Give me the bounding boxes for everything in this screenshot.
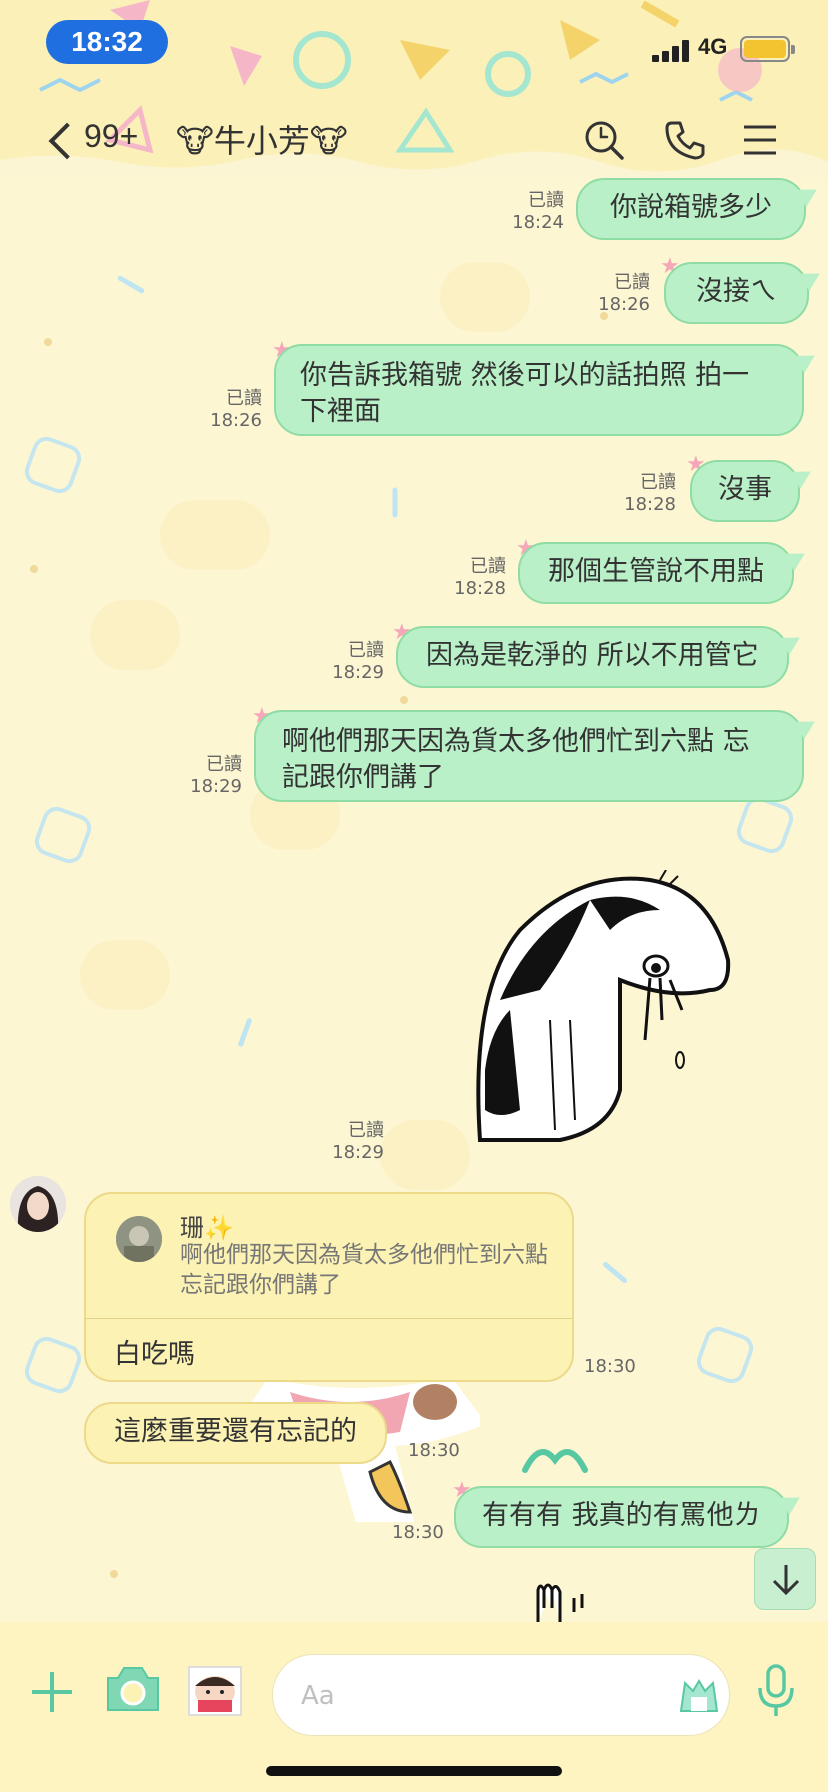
- message-bubble[interactable]: 啊他們那天因為貨太多他們忙到六點 忘 記跟你們講了: [254, 710, 804, 802]
- clover-decoration-icon: [522, 1449, 588, 1473]
- message-text: 白吃嗎: [114, 1339, 195, 1370]
- read-receipt: 已讀: [528, 190, 564, 211]
- message-meta: 已讀 18:28: [612, 472, 676, 516]
- signal-icon: [652, 40, 694, 62]
- plus-icon[interactable]: [30, 1670, 74, 1714]
- chat-header: 18:32 4G 99+ 🐮牛小芳🐮: [0, 0, 828, 178]
- read-receipt: 已讀: [226, 388, 262, 409]
- battery-icon: [740, 36, 795, 62]
- message-input-container: [272, 1654, 730, 1737]
- message-bubble[interactable]: 那個生管說不用點: [518, 542, 794, 604]
- quoted-text: 啊他們那天因為貨太多他們忙到六點 忘記跟你們講了: [180, 1242, 548, 1298]
- message-time: 18:26: [598, 294, 650, 315]
- read-receipt: 已讀: [470, 556, 506, 577]
- read-receipt: 已讀: [206, 754, 242, 775]
- search-icon[interactable]: [582, 118, 626, 162]
- chat-title[interactable]: 🐮牛小芳🐮: [176, 116, 348, 162]
- message-time: 18:30: [584, 1356, 636, 1377]
- microphone-icon[interactable]: [756, 1662, 796, 1718]
- phone-icon[interactable]: [662, 118, 706, 162]
- message-text: 你說箱號多少: [610, 192, 772, 223]
- message-bubble[interactable]: 沒事: [690, 460, 800, 522]
- arrow-down-icon: [772, 1565, 800, 1596]
- message-bubble[interactable]: 你說箱號多少: [576, 178, 806, 240]
- menu-icon[interactable]: [738, 118, 782, 162]
- emoji-icon[interactable]: [677, 1673, 721, 1717]
- message-text-line: 記跟你們講了: [282, 762, 444, 793]
- message-time: 18:29: [190, 776, 242, 797]
- message-text: 那個生管說不用點: [548, 556, 764, 587]
- status-time: 18:32: [46, 20, 168, 64]
- network-type: 4G: [698, 34, 728, 59]
- read-receipt: 已讀: [640, 472, 676, 493]
- reply-message-bubble[interactable]: 珊✨ 啊他們那天因為貨太多他們忙到六點 忘記跟你們講了 白吃嗎: [84, 1192, 574, 1382]
- read-receipt: 已讀: [614, 272, 650, 293]
- message-time: 18:28: [624, 494, 676, 515]
- message-time: 18:24: [512, 212, 564, 233]
- message-text: 沒事: [718, 474, 772, 505]
- message-time: 18:30: [392, 1522, 444, 1543]
- message-meta: 已讀 18:28: [442, 556, 506, 600]
- back-chevron-icon[interactable]: [44, 118, 84, 168]
- contact-avatar[interactable]: [10, 1176, 66, 1232]
- sticker-icon[interactable]: [188, 1666, 242, 1716]
- message-input-bar: [0, 1622, 828, 1792]
- message-meta: 已讀 18:29: [320, 640, 384, 684]
- quoted-sender-avatar: [116, 1216, 162, 1262]
- message-text-line: 你告訴我箱號 然後可以的話拍照 拍一: [300, 360, 750, 391]
- message-meta: 已讀 18:26: [586, 272, 650, 316]
- message-time: 18:29: [332, 662, 384, 683]
- message-input[interactable]: [301, 1655, 661, 1737]
- unread-count[interactable]: 99+: [84, 118, 138, 155]
- scroll-to-bottom-button[interactable]: [754, 1548, 816, 1610]
- crying-character-sticker[interactable]: [460, 869, 740, 1150]
- message-time: 18:29: [332, 1142, 384, 1163]
- read-receipt: 已讀: [348, 1120, 384, 1141]
- message-time: 18:26: [210, 410, 262, 431]
- message-text: 有有有 我真的有罵他ㄌ: [482, 1500, 761, 1531]
- message-meta: 已讀 18:26: [198, 388, 262, 432]
- message-bubble[interactable]: 你告訴我箱號 然後可以的話拍照 拍一 下裡面: [274, 344, 804, 436]
- quoted-sender-name: 珊✨: [180, 1214, 234, 1242]
- message-bubble[interactable]: 這麼重要還有忘記的: [84, 1402, 387, 1464]
- hand-sticker: [536, 1583, 584, 1622]
- read-receipt: 已讀: [348, 640, 384, 661]
- message-bubble[interactable]: 因為是乾淨的 所以不用管它: [396, 626, 789, 688]
- message-text-line: 啊他們那天因為貨太多他們忙到六點 忘: [282, 726, 750, 757]
- message-time: 18:30: [408, 1440, 460, 1461]
- message-meta: 已讀 18:29: [320, 1120, 384, 1164]
- message-meta: 已讀 18:29: [178, 754, 242, 798]
- message-text: 因為是乾淨的 所以不用管它: [426, 640, 759, 671]
- message-meta: 已讀 18:24: [500, 190, 564, 234]
- message-time: 18:28: [454, 578, 506, 599]
- message-bubble[interactable]: 沒接ㄟ: [664, 262, 809, 324]
- message-text: 這麼重要還有忘記的: [114, 1416, 357, 1447]
- divider: [86, 1318, 572, 1319]
- message-bubble[interactable]: 有有有 我真的有罵他ㄌ: [454, 1486, 789, 1548]
- message-text-line: 下裡面: [300, 396, 381, 427]
- camera-icon[interactable]: [106, 1666, 160, 1712]
- message-text: 沒接ㄟ: [696, 276, 777, 307]
- home-indicator: [266, 1766, 562, 1776]
